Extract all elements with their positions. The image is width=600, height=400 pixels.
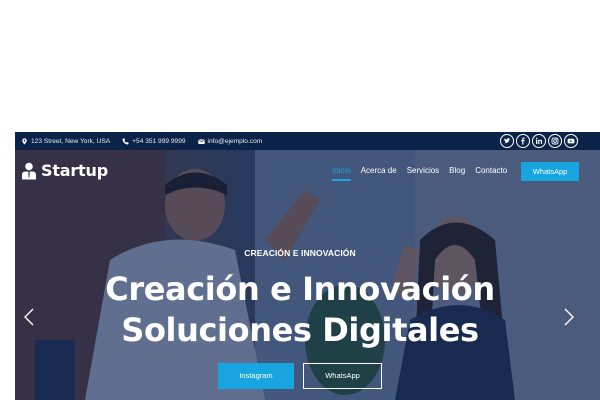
menu-item-servicios[interactable]: Servicios: [407, 166, 439, 175]
menu-item-acerca-de[interactable]: Acerca de: [361, 166, 397, 175]
hero-headline-line2: Soluciones Digitales: [121, 311, 479, 349]
map-pin-icon: [21, 137, 28, 145]
whatsapp-button[interactable]: WhatsApp: [303, 363, 382, 389]
social-links: [498, 134, 578, 148]
twitter-icon[interactable]: [500, 134, 514, 148]
envelope-icon: [197, 138, 205, 145]
email-text: info@ejemplo.com: [207, 137, 263, 145]
carousel-prev-icon[interactable]: [23, 307, 35, 331]
top-info-bar: 123 Street, New York, USA +54 351 999 99…: [15, 132, 600, 150]
page: 123 Street, New York, USA +54 351 999 99…: [0, 0, 600, 400]
carousel-next-icon[interactable]: [563, 307, 575, 331]
main-menu: Inicio Acerca de Servicios Blog Contacto: [332, 166, 517, 181]
menu-item-blog[interactable]: Blog: [449, 166, 465, 175]
phone-info: +54 351 999 9999: [122, 137, 186, 145]
phone-icon: [122, 138, 129, 145]
hero-eyebrow: CREACIÓN E INNOVACIÓN: [244, 248, 356, 258]
email-info: info@ejemplo.com: [197, 137, 263, 145]
address-text: 123 Street, New York, USA: [31, 137, 111, 145]
phone-text: +54 351 999 9999: [132, 137, 186, 145]
youtube-icon[interactable]: [564, 134, 578, 148]
linkedin-icon[interactable]: [532, 134, 546, 148]
menu-item-contacto[interactable]: Contacto: [475, 166, 507, 175]
instagram-button[interactable]: Instagram: [218, 363, 294, 389]
navbar-whatsapp-button[interactable]: WhatsApp: [521, 162, 579, 181]
instagram-icon[interactable]: [548, 134, 562, 148]
brand-logo[interactable]: Startup: [21, 161, 108, 180]
hero-headline-line1: Creación e Innovación: [105, 270, 495, 308]
user-icon: [22, 162, 36, 179]
facebook-icon[interactable]: [516, 134, 530, 148]
address-info: 123 Street, New York, USA: [21, 138, 110, 145]
brand-name: Startup: [41, 161, 108, 180]
navbar: Startup Inicio Acerca de Servicios Blog …: [15, 150, 600, 192]
menu-item-inicio[interactable]: Inicio: [332, 166, 351, 181]
hero-carousel: Startup Inicio Acerca de Servicios Blog …: [15, 150, 600, 400]
